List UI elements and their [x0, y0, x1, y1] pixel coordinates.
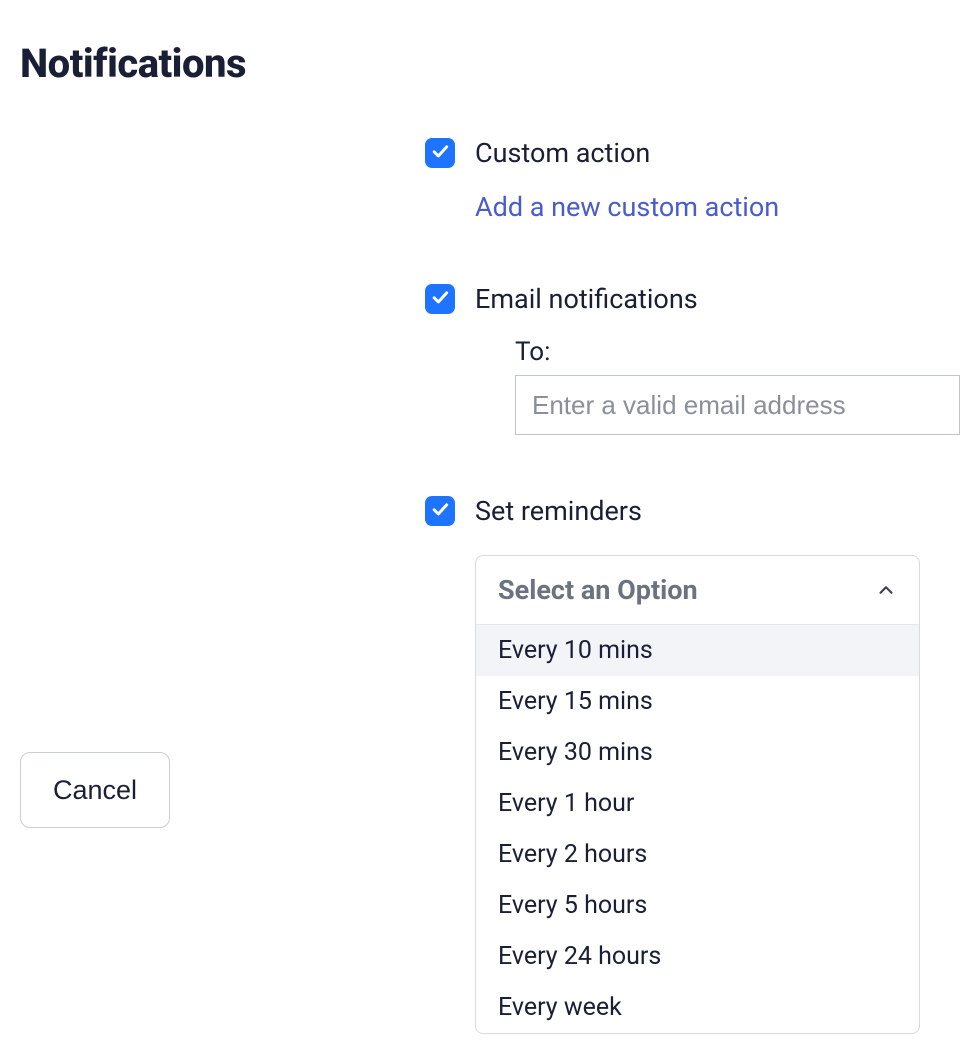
check-icon — [430, 141, 450, 165]
reminder-option[interactable]: Every 24 hours — [476, 931, 919, 982]
reminder-option[interactable]: Every 15 mins — [476, 676, 919, 727]
reminder-select-header[interactable]: Select an Option — [476, 556, 919, 625]
email-input[interactable] — [515, 375, 960, 435]
reminder-option[interactable]: Every 5 hours — [476, 880, 919, 931]
check-icon — [430, 499, 450, 523]
page-title: Notifications — [20, 40, 960, 87]
email-notifications-checkbox[interactable] — [425, 284, 455, 314]
reminder-select[interactable]: Select an Option Every 10 mins Every 15 … — [475, 555, 920, 1034]
reminder-select-placeholder: Select an Option — [498, 574, 698, 606]
reminder-option[interactable]: Every 2 hours — [476, 829, 919, 880]
email-to-label: To: — [515, 337, 960, 367]
custom-action-checkbox[interactable] — [425, 138, 455, 168]
cancel-button[interactable]: Cancel — [20, 752, 170, 828]
chevron-up-icon — [875, 579, 897, 601]
reminder-option[interactable]: Every 10 mins — [476, 625, 919, 676]
set-reminders-checkbox[interactable] — [425, 496, 455, 526]
check-icon — [430, 287, 450, 311]
email-notifications-label: Email notifications — [475, 283, 698, 315]
add-custom-action-link[interactable]: Add a new custom action — [475, 191, 779, 223]
set-reminders-label: Set reminders — [475, 495, 642, 527]
reminder-option[interactable]: Every week — [476, 982, 919, 1033]
reminder-option[interactable]: Every 30 mins — [476, 727, 919, 778]
reminder-option[interactable]: Every 1 hour — [476, 778, 919, 829]
custom-action-label: Custom action — [475, 137, 650, 169]
reminder-options-list: Every 10 mins Every 15 mins Every 30 min… — [476, 625, 919, 1033]
